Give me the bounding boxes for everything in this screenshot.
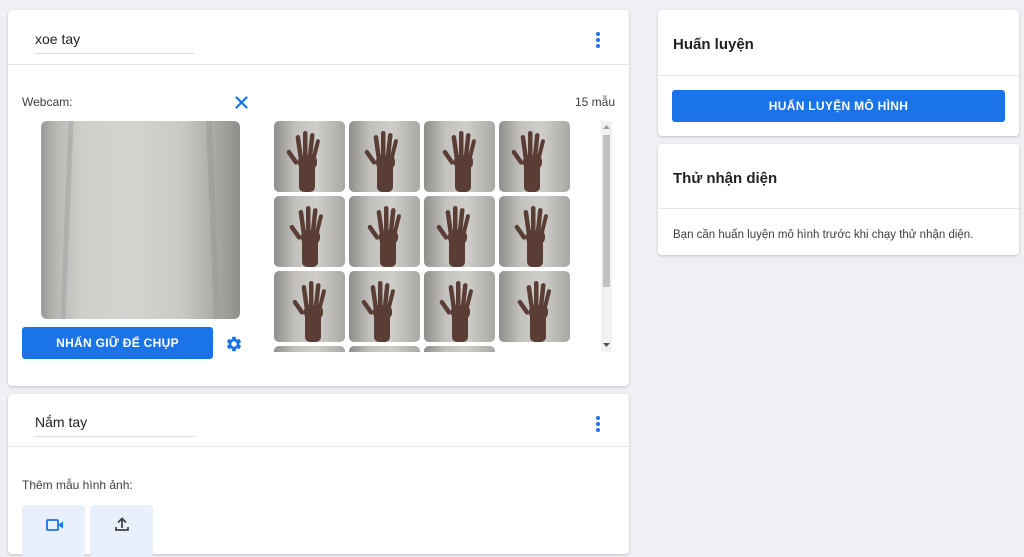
class-name-field[interactable]: xoe tay	[35, 31, 195, 54]
add-samples-label: Thêm mẫu hình ảnh:	[22, 478, 133, 492]
webcam-icon	[46, 519, 63, 531]
train-model-button[interactable]: HUẤN LUYỆN MÔ HÌNH	[672, 90, 1005, 122]
training-card: Huấn luyện HUẤN LUYỆN MÔ HÌNH	[658, 10, 1019, 136]
sample-thumbnail[interactable]	[424, 196, 495, 267]
sample-thumbnail[interactable]	[349, 196, 420, 267]
sample-thumbnail[interactable]	[274, 121, 345, 192]
kebab-menu-icon[interactable]	[596, 416, 600, 432]
card-divider	[658, 75, 1019, 76]
sample-thumbnail[interactable]	[349, 271, 420, 342]
class-card-1: xoe tay Webcam: 15 mẫu NHẤN GIỮ ĐỂ CHỤP	[8, 10, 629, 386]
scroll-up-icon[interactable]	[601, 123, 612, 131]
card-divider	[8, 446, 629, 447]
close-icon[interactable]	[235, 96, 248, 109]
sample-thumbnail[interactable]	[424, 346, 495, 352]
sample-thumbnail[interactable]	[349, 346, 420, 352]
class-name-field[interactable]: Nắm tay	[35, 414, 195, 437]
training-title: Huấn luyện	[673, 36, 754, 53]
scroll-down-icon[interactable]	[601, 341, 612, 349]
sample-thumbnail[interactable]	[274, 196, 345, 267]
upload-icon	[115, 517, 129, 531]
webcam-button[interactable]	[22, 505, 85, 557]
preview-message: Bạn cần huấn luyện mô hình trước khi chạ…	[673, 229, 974, 241]
upload-button[interactable]	[90, 505, 153, 557]
sample-thumbnail[interactable]	[499, 271, 570, 342]
gear-icon[interactable]	[225, 335, 243, 353]
capture-button[interactable]: NHẤN GIỮ ĐỂ CHỤP	[22, 327, 213, 359]
sample-thumbnail[interactable]	[424, 271, 495, 342]
preview-card: Thử nhận diện Bạn cần huấn luyện mô hình…	[658, 144, 1019, 255]
sample-count: 15 mẫu	[575, 95, 616, 109]
sample-thumbnail[interactable]	[349, 121, 420, 192]
card-divider	[658, 208, 1019, 209]
webcam-frame	[60, 121, 220, 319]
kebab-menu-icon[interactable]	[596, 32, 600, 48]
sample-thumbnail[interactable]	[499, 121, 570, 192]
webcam-label: Webcam:	[22, 95, 73, 109]
sample-thumbnail[interactable]	[499, 196, 570, 267]
scroll-thumb[interactable]	[603, 135, 610, 287]
preview-title: Thử nhận diện	[673, 170, 778, 187]
sample-thumbnail[interactable]	[274, 346, 345, 352]
sample-thumbnail-grid	[274, 121, 570, 352]
sample-thumbnail[interactable]	[274, 271, 345, 342]
sample-thumbnail[interactable]	[424, 121, 495, 192]
thumbnail-scrollbar[interactable]	[601, 121, 612, 352]
class-card-2: Nắm tay Thêm mẫu hình ảnh:	[8, 394, 629, 557]
card-divider	[8, 64, 629, 65]
webcam-preview	[41, 121, 240, 319]
